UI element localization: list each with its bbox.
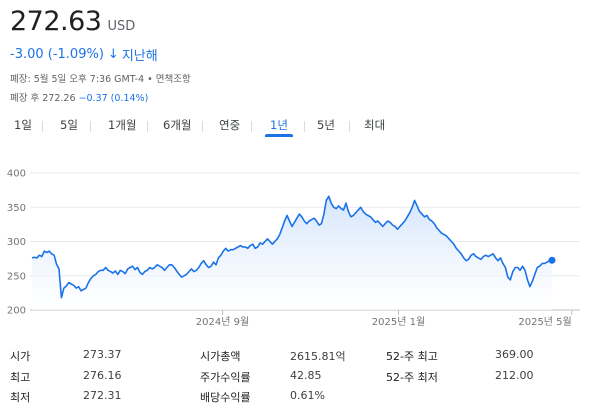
after-hours-change: −0.37 (0.14%) [78, 93, 149, 104]
tab-divider [251, 121, 252, 132]
x-tick-label: 2025년 1월 [372, 316, 425, 328]
stat-div-value: 0.61% [290, 389, 325, 402]
tab-5d[interactable]: 5일 [60, 117, 78, 133]
stat-low-label: 최저 [10, 391, 31, 404]
tab-divider [147, 121, 148, 132]
tab-1m[interactable]: 1개월 [108, 117, 136, 133]
tab-1d[interactable]: 1일 [14, 117, 32, 133]
stat-high-label: 최고 [10, 371, 31, 384]
y-tick-label: 300 [7, 237, 26, 248]
tab-divider [90, 121, 91, 132]
price-chart[interactable]: 200 250 300 350 400 2024년 9월 2025년 1월 2025년 5월 [0, 160, 600, 335]
tab-divider [349, 121, 350, 132]
price-header: 272.63 USD [10, 6, 135, 37]
tab-5y[interactable]: 5년 [317, 117, 335, 133]
active-tab-indicator [265, 134, 293, 137]
stat-mktcap-value: 2615.81억 [290, 350, 346, 363]
stat-pe-value: 42.85 [290, 369, 322, 382]
current-price: 272.63 [10, 6, 102, 37]
tab-divider [202, 121, 203, 132]
tab-6m[interactable]: 6개월 [163, 117, 191, 133]
tab-divider [42, 121, 43, 132]
arrow-down-icon: ↓ [107, 47, 119, 62]
tab-ytd[interactable]: 연중 [219, 117, 240, 133]
change-period: 지난해 [121, 49, 158, 64]
x-tick-label: 2025년 5월 [518, 316, 571, 328]
y-tick-label: 400 [7, 169, 26, 180]
last-price-dot [548, 256, 556, 264]
y-tick-label: 200 [7, 306, 26, 317]
stat-mktcap-label: 시가총액 [200, 350, 241, 363]
y-tick-label: 250 [7, 271, 26, 282]
price-area-fill [32, 196, 552, 310]
change-value: -3.00 (-1.09%) [10, 47, 104, 62]
stat-open-label: 시가 [10, 350, 31, 363]
after-hours-info: 폐장 후 272.26 −0.37 (0.14%) [10, 90, 148, 104]
closing-info: 폐장: 5월 5일 오후 7:36 GMT-4 • 면책조항 [10, 74, 191, 85]
stat-52w-high-value: 369.00 [495, 348, 534, 361]
tab-max[interactable]: 최대 [364, 117, 385, 133]
after-hours-price: 폐장 후 272.26 [10, 93, 76, 104]
x-tick-label: 2024년 9월 [196, 316, 249, 328]
price-chart-svg[interactable]: 200 250 300 350 400 2024년 9월 2025년 1월 2025년 5월 [0, 160, 600, 335]
stat-low-value: 272.31 [83, 389, 122, 402]
stat-52w-high-label: 52-주 최고 [386, 350, 438, 363]
range-tabs: 1일 5일 1개월 6개월 연중 1년 5년 최대 [0, 112, 420, 138]
stat-high-value: 276.16 [83, 369, 122, 382]
y-tick-label: 350 [7, 203, 26, 214]
tab-1y[interactable]: 1년 [270, 117, 288, 133]
stat-52w-low-label: 52-주 최저 [386, 371, 438, 384]
stat-52w-low-value: 212.00 [495, 369, 534, 382]
tab-divider [304, 121, 305, 132]
stat-open-value: 273.37 [83, 348, 122, 361]
stat-pe-label: 주가수익률 [200, 371, 251, 384]
stat-div-label: 배당수익률 [200, 391, 251, 404]
currency-label: USD [107, 19, 136, 34]
price-change: -3.00 (-1.09%) ↓ 지난해 [10, 45, 158, 64]
